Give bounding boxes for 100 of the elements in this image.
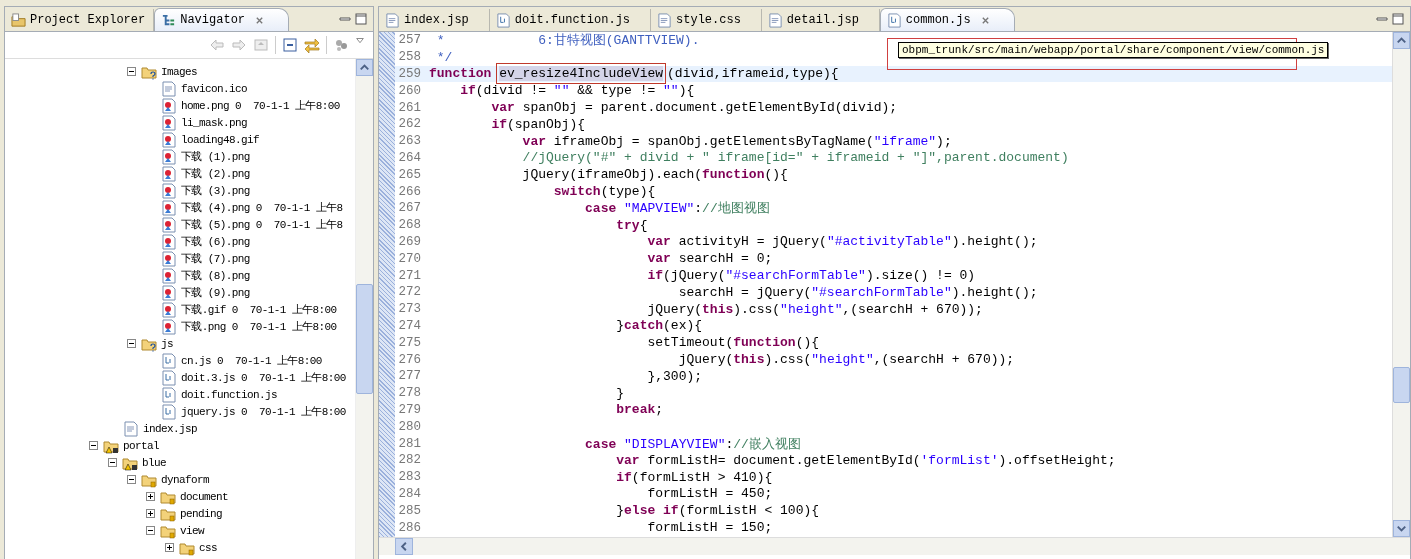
code-line: case "DISPLAYVIEW"://嵌入视图 bbox=[584, 435, 801, 453]
line-number: 266 bbox=[397, 184, 421, 199]
script-file-icon bbox=[161, 369, 177, 386]
close-icon[interactable] bbox=[980, 15, 990, 25]
tree-item[interactable]: js bbox=[161, 337, 173, 350]
tree-item[interactable]: jquery.js 0 70-1-1 上午8:00 bbox=[181, 404, 346, 419]
close-icon[interactable] bbox=[255, 15, 265, 25]
tree-item[interactable]: dynaform bbox=[161, 473, 209, 486]
maximize-icon[interactable] bbox=[355, 13, 367, 25]
tree-item[interactable]: view bbox=[180, 524, 204, 537]
line-number: 278 bbox=[397, 386, 421, 401]
scroll-up-icon[interactable] bbox=[356, 59, 373, 76]
tree-item[interactable]: 下载 (5).png 0 70-1-1 上午8 bbox=[181, 217, 343, 232]
tree-item[interactable]: 下载.png 0 70-1-1 上午8:00 bbox=[181, 319, 337, 334]
line-number: 279 bbox=[397, 402, 421, 417]
text-file-icon bbox=[657, 12, 673, 28]
maximize-icon[interactable] bbox=[1392, 13, 1404, 25]
code-line: * 6:甘特视图(GANTTVIEW). bbox=[435, 32, 700, 50]
tree-item[interactable]: portal bbox=[123, 439, 159, 452]
image-file-icon bbox=[161, 216, 177, 233]
code-line: if(formListH > 410){ bbox=[615, 469, 773, 485]
expand-toggle[interactable] bbox=[127, 67, 136, 76]
image-file-icon bbox=[161, 131, 177, 148]
scroll-left-icon[interactable] bbox=[395, 538, 413, 555]
scroll-thumb[interactable] bbox=[356, 284, 373, 394]
tree-item[interactable]: home.png 0 70-1-1 上午8:00 bbox=[181, 98, 340, 113]
link-arrows-icon[interactable] bbox=[304, 37, 320, 53]
image-file-icon bbox=[161, 301, 177, 318]
code-line: jQuery(this).css("height",(searchH + 670)); bbox=[677, 352, 1015, 368]
expand-toggle[interactable] bbox=[165, 543, 174, 552]
tree-item[interactable]: Images bbox=[161, 65, 197, 78]
expand-toggle[interactable] bbox=[146, 526, 155, 535]
code-line: }catch(ex){ bbox=[615, 318, 703, 334]
editor-tab[interactable]: common.js bbox=[879, 8, 1015, 31]
code-line: case "MAPVIEW"://地图视图 bbox=[584, 200, 770, 218]
tree-item[interactable]: 下载 (2).png bbox=[181, 166, 250, 181]
tree-item[interactable]: doit.function.js bbox=[181, 388, 278, 401]
vertical-scrollbar[interactable] bbox=[355, 59, 373, 559]
code-line: function ev_resize4IncludeView (divid,iframeid,type){ bbox=[429, 66, 839, 82]
code-line: formListH = 150; bbox=[646, 520, 773, 535]
expand-toggle[interactable] bbox=[127, 475, 136, 484]
scroll-thumb[interactable] bbox=[1393, 367, 1410, 403]
line-number: 257 bbox=[397, 33, 421, 48]
code-line: } bbox=[615, 385, 625, 401]
line-number: 273 bbox=[397, 302, 421, 317]
line-number: 282 bbox=[397, 453, 421, 468]
vertical-scrollbar[interactable] bbox=[1392, 32, 1410, 537]
tree-item[interactable]: li_mask.png bbox=[181, 116, 247, 129]
filter-icon[interactable] bbox=[333, 37, 349, 53]
line-number: 276 bbox=[397, 352, 421, 367]
view-tab[interactable]: Navigator bbox=[154, 8, 290, 31]
text-file-icon bbox=[385, 12, 400, 28]
tree-item[interactable]: 下载 (8).png bbox=[181, 268, 250, 283]
code-line: switch(type){ bbox=[552, 184, 656, 200]
expand-toggle[interactable] bbox=[127, 339, 136, 348]
line-number: 281 bbox=[397, 436, 421, 451]
horizontal-scrollbar[interactable] bbox=[379, 537, 1410, 555]
scroll-down-icon[interactable] bbox=[1393, 520, 1410, 537]
line-number: 264 bbox=[397, 150, 421, 165]
tree-item[interactable]: 下载 (6).png bbox=[181, 234, 250, 249]
scroll-up-icon[interactable] bbox=[1393, 32, 1410, 49]
tree-item[interactable]: 下载.gif 0 70-1-1 上午8:00 bbox=[181, 302, 337, 317]
code-line: //jQuery("#" + divid + " iframe[id=" + iframeid + "]",parent.document) bbox=[521, 150, 1069, 166]
code-line: if(spanObj){ bbox=[490, 116, 586, 132]
tree-item[interactable]: doit.3.js 0 70-1-1 上午8:00 bbox=[181, 370, 346, 385]
code-line: var spanObj = parent.document.getElementById(divid); bbox=[490, 100, 898, 116]
tree-item[interactable]: 下载 (1).png bbox=[181, 149, 250, 164]
tree-item[interactable]: 下载 (7).png bbox=[181, 251, 250, 266]
tree-item[interactable]: 下载 (4).png 0 70-1-1 上午8 bbox=[181, 200, 343, 215]
line-number: 268 bbox=[397, 218, 421, 233]
code-line: }else if(formListH < 100){ bbox=[615, 503, 820, 519]
tree-item[interactable]: cn.js 0 70-1-1 上午8:00 bbox=[181, 353, 322, 368]
tree-item[interactable]: document bbox=[180, 490, 228, 503]
tree-item[interactable]: 下载 (3).png bbox=[181, 183, 250, 198]
code-line: },300); bbox=[646, 368, 703, 384]
code-line: var activityH = jQuery("#activityTable").height(); bbox=[646, 234, 1038, 250]
tree-item[interactable]: loading48.gif bbox=[181, 133, 259, 146]
dropdown-caret-icon[interactable] bbox=[355, 36, 365, 46]
expand-toggle[interactable] bbox=[108, 458, 117, 467]
line-number: 262 bbox=[397, 117, 421, 132]
tree-item[interactable]: favicon.ico bbox=[181, 82, 247, 95]
tree-item[interactable]: index.jsp bbox=[143, 422, 197, 435]
tree-item[interactable]: 下载 (9).png bbox=[181, 285, 250, 300]
line-number: 263 bbox=[397, 134, 421, 149]
line-number: 284 bbox=[397, 486, 421, 501]
image-file-icon bbox=[161, 165, 177, 182]
tree-item[interactable]: blue bbox=[142, 456, 166, 469]
code-line: if(divid != "" && type != ""){ bbox=[459, 83, 695, 99]
tree-item[interactable]: css bbox=[199, 541, 217, 554]
expand-toggle[interactable] bbox=[89, 441, 98, 450]
line-number: 258 bbox=[397, 50, 421, 65]
line-number: 280 bbox=[397, 419, 421, 434]
line-number: 286 bbox=[397, 520, 421, 535]
line-number: 271 bbox=[397, 268, 421, 283]
expand-toggle[interactable] bbox=[146, 492, 155, 501]
tree-item[interactable]: pending bbox=[180, 507, 222, 520]
text-file-icon bbox=[123, 420, 139, 437]
collapse-all-icon[interactable] bbox=[282, 37, 298, 53]
expand-toggle[interactable] bbox=[146, 509, 155, 518]
image-file-icon bbox=[161, 284, 177, 301]
